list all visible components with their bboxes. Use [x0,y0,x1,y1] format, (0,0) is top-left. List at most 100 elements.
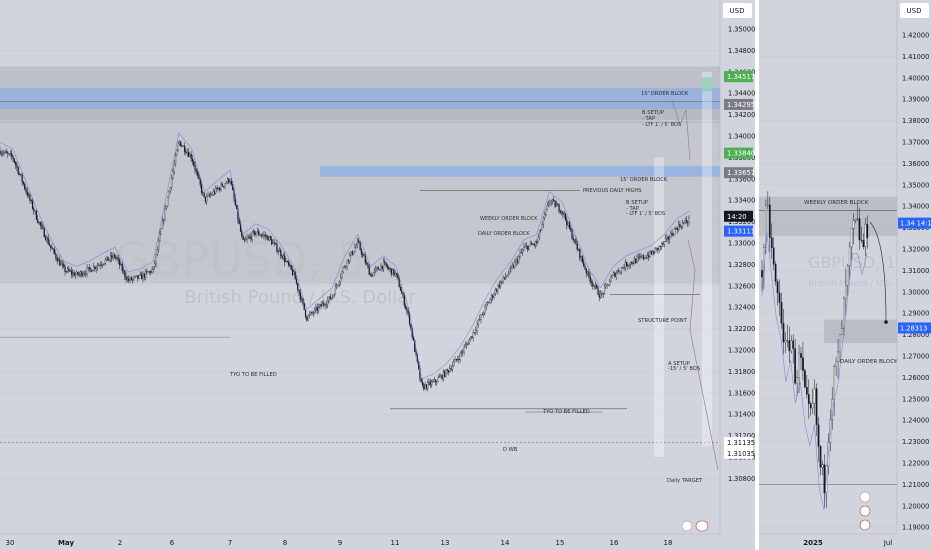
candle-body [117,258,119,260]
candle-body [268,236,270,241]
candle-body [678,224,680,231]
candle-body [476,324,478,331]
daily-target-label: Daily TARGET [667,478,703,484]
candle-body [83,273,86,275]
candle-body [581,256,584,263]
candle-body [346,259,348,267]
candle-body [516,259,519,263]
candle-body [511,265,513,268]
candle-body [445,369,447,377]
price-tick-label: 1.34000 [902,203,929,211]
candle-body [782,323,785,343]
candle-body [496,289,498,292]
candle-body [320,304,322,307]
candle-body [685,219,688,223]
candle-body [532,244,534,245]
candle-body [337,284,339,286]
chart-canvas[interactable]: GBPUSD, 5British Pound / U.S. Dollar15' … [0,0,932,550]
candle-body [164,208,166,221]
price-tick-label: 1.32200 [728,325,755,333]
candle-body [505,276,507,279]
candle-body [862,240,865,248]
candle-body [35,210,38,220]
lightning-icon [859,491,871,503]
candle-body [620,267,623,273]
projection-end [884,320,888,324]
candle-body [541,224,543,231]
candle-body [139,274,142,276]
candle-body [839,334,841,353]
candle-body [574,239,576,241]
candle-body [850,227,853,248]
candle-body [323,303,325,306]
candle-body [89,267,91,270]
candle-body [315,306,317,310]
candle-body [415,351,417,355]
candle-body [800,353,802,358]
candle-body [31,200,34,209]
candle-body [317,306,320,311]
candle-body [798,353,800,378]
candle-body [811,403,814,409]
candle-body [330,297,333,300]
candle-body [310,312,312,315]
price-tick-label: 1.26000 [902,374,929,382]
candle-body [813,388,816,404]
candle-body [382,261,385,269]
candle-body [33,208,35,212]
setup-column-2 [702,71,712,447]
candle-body [631,262,633,264]
candle-body [441,375,443,380]
candle-body [821,464,824,468]
candle-body [219,187,221,191]
candle-body [528,245,530,250]
candle-body [211,194,213,196]
price-tick-label: 1.32000 [902,246,929,254]
candle-body [39,221,41,226]
candle-body [434,379,437,383]
candle-body [41,224,43,227]
candle-body [312,312,314,314]
candle-body [675,228,677,230]
candle-body [373,269,376,273]
candle-body [64,266,66,272]
candle-body [294,271,296,280]
candle-body [629,262,632,266]
candle-body [390,268,392,275]
candle-body [102,264,104,266]
candle-body [256,231,259,234]
candle-body [583,261,585,267]
candle-body [356,240,359,246]
candle-body [47,237,49,244]
candle-body [69,270,71,272]
candle-body [203,192,205,198]
candle-body [224,183,226,187]
candle-body [481,314,483,316]
candle-body [347,259,350,262]
price-tick-label: 1.33400 [728,197,755,205]
candle-body [280,250,282,256]
candle-body [29,194,31,201]
price-label-value: 1.33657 [727,169,755,177]
candle-body [860,239,863,241]
candle-body [680,226,682,228]
candle-body [389,268,391,270]
candle-body [555,204,558,207]
candle-body [288,261,290,266]
price-label-value: 1.31035 [727,450,755,458]
candle-body [353,251,355,255]
candle-body [428,381,430,383]
candle-body [377,267,379,270]
candle-body [96,265,99,268]
candle-body [472,332,474,339]
candle-body [394,273,396,276]
candle-body [308,314,311,316]
candle-body [385,262,387,267]
candle-body [770,237,773,248]
candle-body [786,340,789,342]
time-tick-label: 11 [391,539,400,547]
candle-body [463,347,465,352]
candle-body [600,293,602,298]
time-tick-label: 8 [283,539,287,547]
candle-body [502,277,504,282]
